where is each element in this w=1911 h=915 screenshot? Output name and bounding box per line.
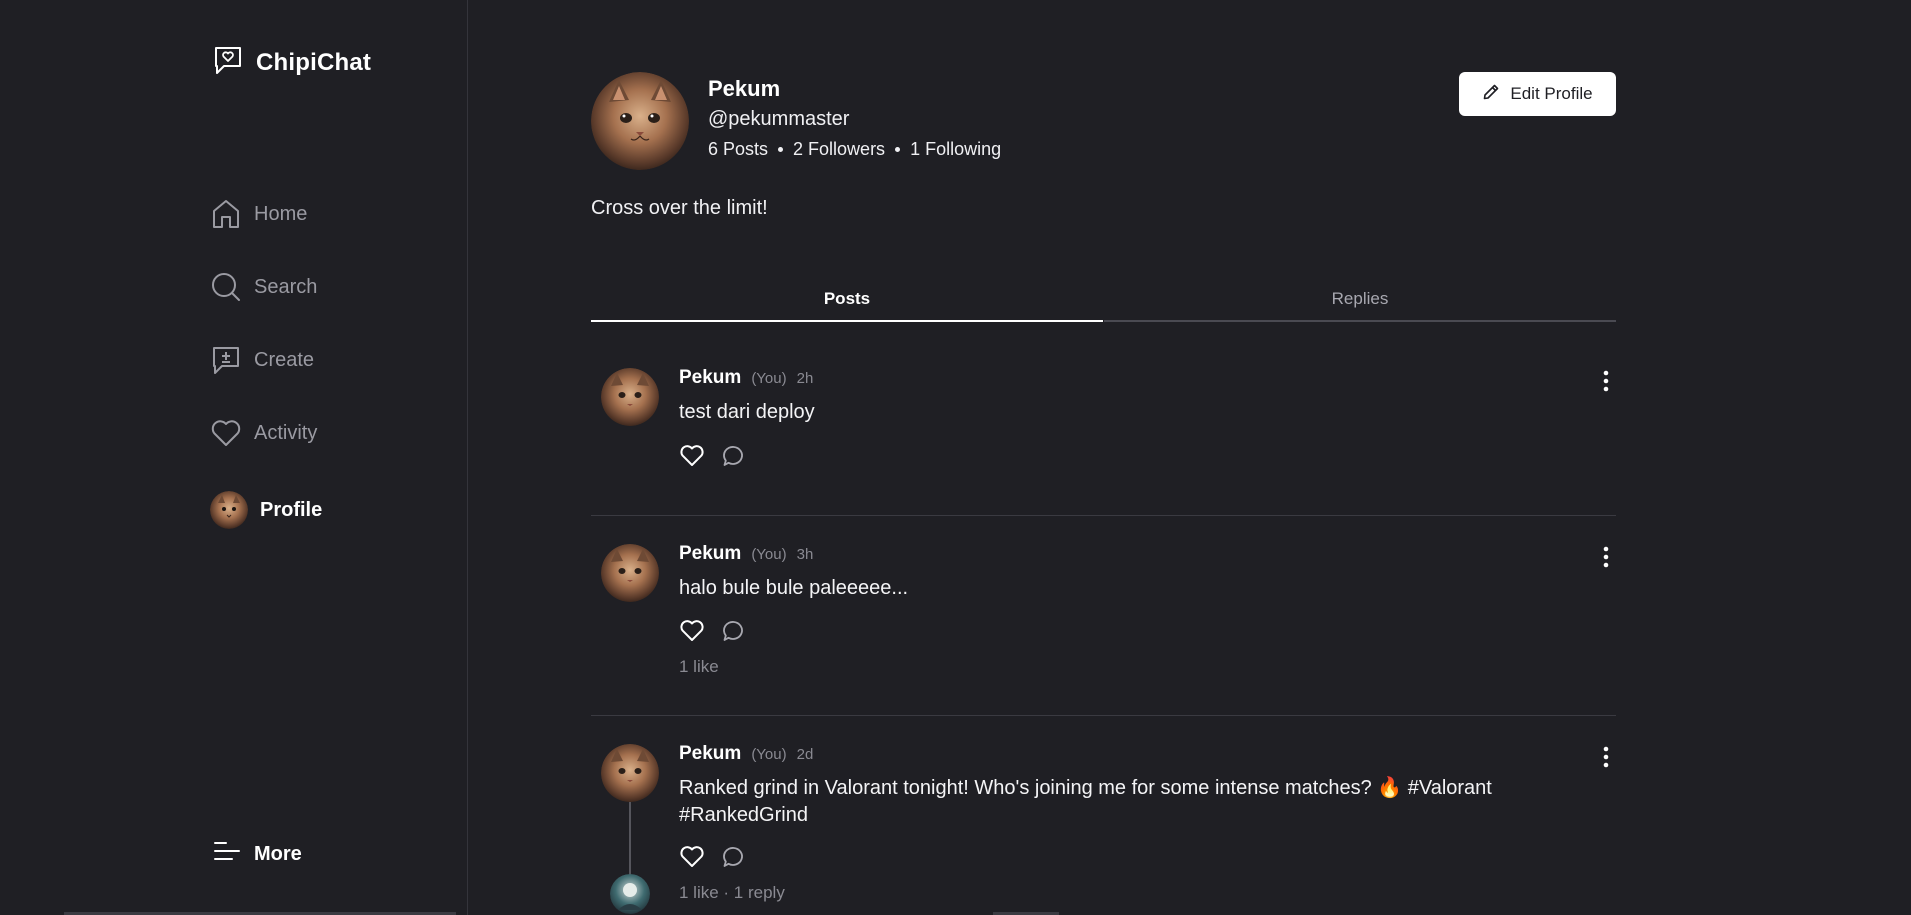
thread-line xyxy=(629,802,631,876)
post-author[interactable]: Pekum xyxy=(679,543,741,565)
nav-create-label: Create xyxy=(254,348,315,371)
like-heart-icon[interactable] xyxy=(679,443,705,469)
you-tag: (You) xyxy=(751,546,787,563)
post-actions xyxy=(679,618,747,644)
post-actions xyxy=(679,443,747,469)
nav-activity-label: Activity xyxy=(254,421,318,444)
profile-handle: @pekummaster xyxy=(708,108,850,130)
heart-icon xyxy=(210,417,242,449)
post-meta[interactable]: 1 like xyxy=(679,657,719,677)
more-vertical-icon[interactable] xyxy=(1602,746,1610,773)
menu-icon xyxy=(212,838,242,870)
sidebar: ChipiChat Home Search Create Activity Pr… xyxy=(0,0,468,915)
post-actions xyxy=(679,844,747,870)
brand[interactable]: ChipiChat xyxy=(212,44,371,81)
comment-bubble-icon[interactable] xyxy=(721,443,747,469)
nav-search[interactable]: Search xyxy=(210,271,317,303)
post-text: halo bule bule paleeeee... xyxy=(679,577,909,599)
separator-dot xyxy=(778,147,784,152)
edit-profile-button[interactable]: Edit Profile xyxy=(1459,72,1616,116)
like-heart-icon[interactable] xyxy=(679,844,705,870)
more-label: More xyxy=(254,842,302,865)
post-author[interactable]: Pekum xyxy=(679,743,741,765)
nav-home-label: Home xyxy=(254,202,308,225)
post-header: Pekum (You) 3h xyxy=(679,543,813,565)
reply-avatar[interactable] xyxy=(610,874,650,914)
following-count[interactable]: 1 Following xyxy=(910,139,1001,160)
post-author[interactable]: Pekum xyxy=(679,367,741,389)
avatar[interactable] xyxy=(601,544,659,602)
avatar[interactable] xyxy=(601,744,659,802)
list-item[interactable]: Pekum (You) 2d Ranked grind in Valorant … xyxy=(591,736,1616,915)
create-post-icon xyxy=(210,344,242,376)
post-text: test dari deploy xyxy=(679,401,815,423)
nav-search-label: Search xyxy=(254,275,318,298)
post-meta[interactable]: 1 like · 1 reply xyxy=(679,883,785,903)
comment-bubble-icon[interactable] xyxy=(721,618,747,644)
nav-home[interactable]: Home xyxy=(210,198,307,230)
avatar xyxy=(210,491,248,529)
tab-posts[interactable]: Posts xyxy=(591,278,1103,322)
app-title: ChipiChat xyxy=(256,48,372,76)
more-menu-button[interactable]: More xyxy=(212,838,302,870)
profile-stats: 6 Posts 2 Followers 1 Following xyxy=(708,139,1001,160)
more-vertical-icon[interactable] xyxy=(1602,546,1610,573)
profile-name: Pekum xyxy=(708,76,781,101)
nav-create[interactable]: Create xyxy=(210,344,314,376)
more-vertical-icon[interactable] xyxy=(1602,370,1610,397)
nav-activity[interactable]: Activity xyxy=(210,417,317,449)
divider xyxy=(591,715,1616,716)
avatar[interactable] xyxy=(601,368,659,426)
pencil-icon xyxy=(1482,83,1500,106)
profile-avatar xyxy=(591,72,689,170)
followers-count[interactable]: 2 Followers xyxy=(793,139,885,160)
chat-heart-icon xyxy=(212,44,244,81)
post-header: Pekum (You) 2h xyxy=(679,367,813,389)
list-item[interactable]: Pekum (You) 3h halo bule bule paleeeee..… xyxy=(591,536,1616,714)
list-item[interactable]: Pekum (You) 2h test dari deploy xyxy=(591,360,1616,515)
post-timestamp: 3h xyxy=(796,546,814,563)
you-tag: (You) xyxy=(751,746,787,763)
separator-dot xyxy=(895,147,901,152)
nav-profile[interactable]: Profile xyxy=(210,491,322,529)
post-text: Ranked grind in Valorant tonight! Who's … xyxy=(679,777,1492,826)
profile-bio: Cross over the limit! xyxy=(591,197,768,219)
nav-profile-label: Profile xyxy=(260,498,323,521)
edit-profile-label: Edit Profile xyxy=(1510,84,1593,103)
profile-tabs: Posts Replies xyxy=(591,278,1616,322)
post-header: Pekum (You) 2d xyxy=(679,743,813,765)
home-icon xyxy=(210,198,242,230)
like-heart-icon[interactable] xyxy=(679,618,705,644)
you-tag: (You) xyxy=(751,370,787,387)
search-icon xyxy=(210,271,242,303)
tab-replies[interactable]: Replies xyxy=(1104,278,1616,322)
post-timestamp: 2d xyxy=(796,746,814,763)
comment-bubble-icon[interactable] xyxy=(721,844,747,870)
post-timestamp: 2h xyxy=(796,370,814,387)
posts-count: 6 Posts xyxy=(708,139,769,159)
divider xyxy=(591,515,1616,516)
